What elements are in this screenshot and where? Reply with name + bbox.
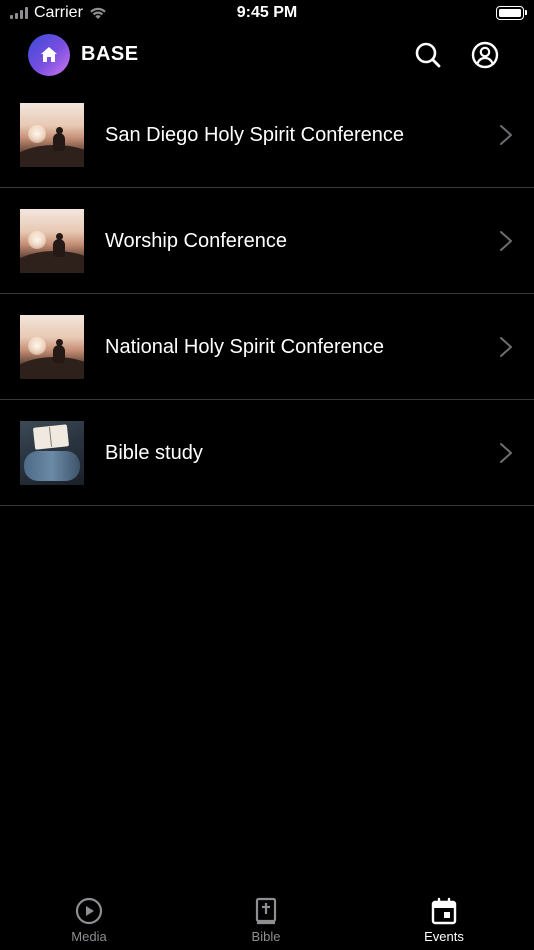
- tab-events[interactable]: Events: [384, 896, 504, 950]
- chevron-right-icon: [500, 125, 512, 145]
- play-circle-icon: [75, 897, 103, 925]
- chevron-right-icon: [500, 231, 512, 251]
- list-item[interactable]: San Diego Holy Spirit Conference: [0, 82, 534, 188]
- chevron-right-icon: [500, 337, 512, 357]
- battery-level: [499, 9, 521, 17]
- event-title: National Holy Spirit Conference: [105, 336, 385, 358]
- account-button[interactable]: [470, 40, 500, 70]
- event-title: San Diego Holy Spirit Conference: [105, 124, 405, 146]
- status-time: 9:45 PM: [236, 4, 298, 21]
- chevron-right-icon: [500, 443, 512, 463]
- event-thumbnail: [20, 421, 84, 485]
- bible-icon: [255, 897, 277, 925]
- app-logo[interactable]: [28, 34, 70, 76]
- event-thumbnail: [20, 209, 84, 273]
- battery-icon: [496, 6, 527, 20]
- home-icon: [41, 47, 57, 62]
- event-title: Worship Conference: [105, 230, 287, 252]
- tab-media[interactable]: Media: [29, 896, 149, 950]
- tab-bar: Media Bible Events: [0, 886, 534, 950]
- events-list: San Diego Holy Spirit Conference Worship…: [0, 82, 534, 506]
- tab-bible[interactable]: Bible: [206, 896, 326, 950]
- event-thumbnail: [20, 315, 84, 379]
- status-bar: Carrier 9:45 PM: [0, 0, 534, 28]
- app-header: BASE: [0, 30, 534, 82]
- search-button[interactable]: [413, 40, 443, 70]
- list-item[interactable]: National Holy Spirit Conference: [0, 294, 534, 400]
- tab-label: Bible: [251, 929, 281, 944]
- account-icon: [471, 41, 499, 69]
- tab-label: Events: [424, 929, 464, 944]
- search-icon: [415, 42, 441, 68]
- list-item[interactable]: Worship Conference: [0, 188, 534, 294]
- list-item[interactable]: Bible study: [0, 400, 534, 506]
- event-thumbnail: [20, 103, 84, 167]
- tab-label: Media: [71, 929, 107, 944]
- event-title: Bible study: [105, 442, 203, 464]
- calendar-icon: [431, 897, 457, 925]
- app-title: BASE: [81, 43, 139, 65]
